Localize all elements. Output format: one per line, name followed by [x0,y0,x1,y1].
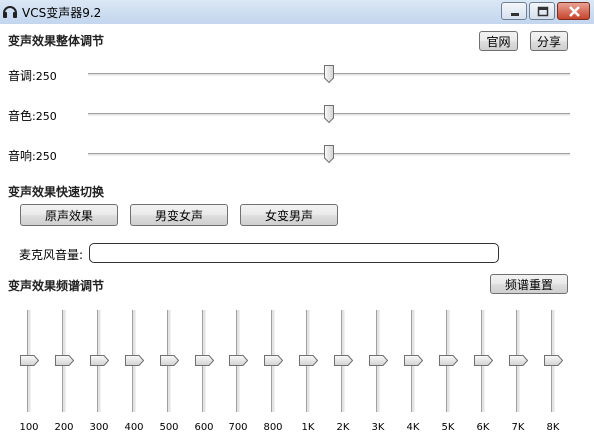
resonance-label-name: 音响 [8,149,33,163]
eq-band-8k-slider[interactable] [543,310,563,412]
eq-band-thumb[interactable] [544,355,563,366]
eq-band-2k-slider[interactable] [333,310,353,412]
eq-band-thumb[interactable] [160,355,179,366]
mic-volume-meter [89,243,499,263]
eq-band-thumb[interactable] [474,355,493,366]
close-button[interactable] [557,2,590,20]
eq-band-label: 300 [89,422,109,433]
eq-band-thumb[interactable] [90,355,109,366]
headphones-icon [2,3,18,19]
timbre-slider-thumb[interactable] [324,105,334,123]
eq-band-thumb[interactable] [125,355,144,366]
eq-band-label: 5K [441,422,455,433]
share-button[interactable]: 分享 [530,31,568,51]
pitch-slider-thumb[interactable] [324,65,334,83]
eq-band-label: 600 [194,422,214,433]
eq-reset-button[interactable]: 频谱重置 [490,274,568,294]
eq-band-thumb[interactable] [55,355,74,366]
eq-band-100-slider[interactable] [19,310,39,412]
quick-switch-title: 变声效果快速切换 [8,185,105,199]
pitch-label-name: 音调 [8,69,33,83]
minimize-icon [511,13,519,16]
eq-band-thumb[interactable] [20,355,39,366]
female-to-male-button[interactable]: 女变男声 [240,204,338,226]
eq-band-label: 4K [406,422,420,433]
eq-band-thumb[interactable] [299,355,318,366]
eq-band-label: 3K [371,422,385,433]
maximize-icon [537,6,549,17]
eq-band-thumb[interactable] [334,355,353,366]
eq-band-label: 800 [263,422,283,433]
pitch-value: 250 [35,70,57,83]
minimize-button[interactable] [501,2,527,20]
app-window: VCS变声器9.2 变声效果整体调节 官网 分享 音调:250 音色:250 音响:… [0,0,594,438]
pitch-label: 音调:250 [8,67,57,84]
eq-band-600-slider[interactable] [194,310,214,412]
eq-section-title: 变声效果频谱调节 [8,279,105,293]
eq-band-label: 700 [228,422,248,433]
eq-band-thumb[interactable] [439,355,458,366]
maximize-button[interactable] [529,2,555,20]
eq-band-label: 1K [301,422,315,433]
timbre-value: 250 [35,110,57,123]
eq-band-label: 500 [159,422,179,433]
eq-band-thumb[interactable] [369,355,388,366]
official-site-button[interactable]: 官网 [479,31,518,51]
eq-band-thumb[interactable] [195,355,214,366]
original-voice-button[interactable]: 原声效果 [20,204,118,226]
resonance-label: 音响:250 [8,147,57,164]
eq-band-1k-slider[interactable] [298,310,318,412]
eq-band-label: 200 [54,422,74,433]
resonance-slider-thumb[interactable] [324,145,334,163]
eq-band-6k-slider[interactable] [473,310,493,412]
eq-band-label: 7K [511,422,525,433]
main-panel: 变声效果整体调节 官网 分享 音调:250 音色:250 音响:250 变声效果快速… [0,24,594,438]
eq-band-4k-slider[interactable] [403,310,423,412]
eq-band-500-slider[interactable] [159,310,179,412]
overall-section-title: 变声效果整体调节 [8,34,105,48]
eq-band-800-slider[interactable] [263,310,283,412]
eq-band-700-slider[interactable] [228,310,248,412]
title-bar[interactable]: VCS变声器9.2 [0,0,594,24]
eq-band-thumb[interactable] [264,355,283,366]
eq-band-5k-slider[interactable] [438,310,458,412]
close-icon [569,6,580,17]
mic-volume-label: 麦克风音量: [19,248,84,262]
eq-band-label: 2K [336,422,350,433]
eq-band-thumb[interactable] [229,355,248,366]
window-title: VCS变声器9.2 [22,6,102,20]
eq-band-label: 6K [476,422,490,433]
timbre-label-name: 音色 [8,109,33,123]
eq-band-7k-slider[interactable] [508,310,528,412]
eq-band-200-slider[interactable] [54,310,74,412]
resonance-value: 250 [35,150,57,163]
eq-band-400-slider[interactable] [124,310,144,412]
eq-band-label: 400 [124,422,144,433]
timbre-label: 音色:250 [8,107,57,124]
eq-band-label: 8K [546,422,560,433]
eq-band-3k-slider[interactable] [368,310,388,412]
eq-band-thumb[interactable] [509,355,528,366]
male-to-female-button[interactable]: 男变女声 [130,204,228,226]
eq-band-300-slider[interactable] [89,310,109,412]
eq-band-thumb[interactable] [404,355,423,366]
eq-band-label: 100 [19,422,39,433]
